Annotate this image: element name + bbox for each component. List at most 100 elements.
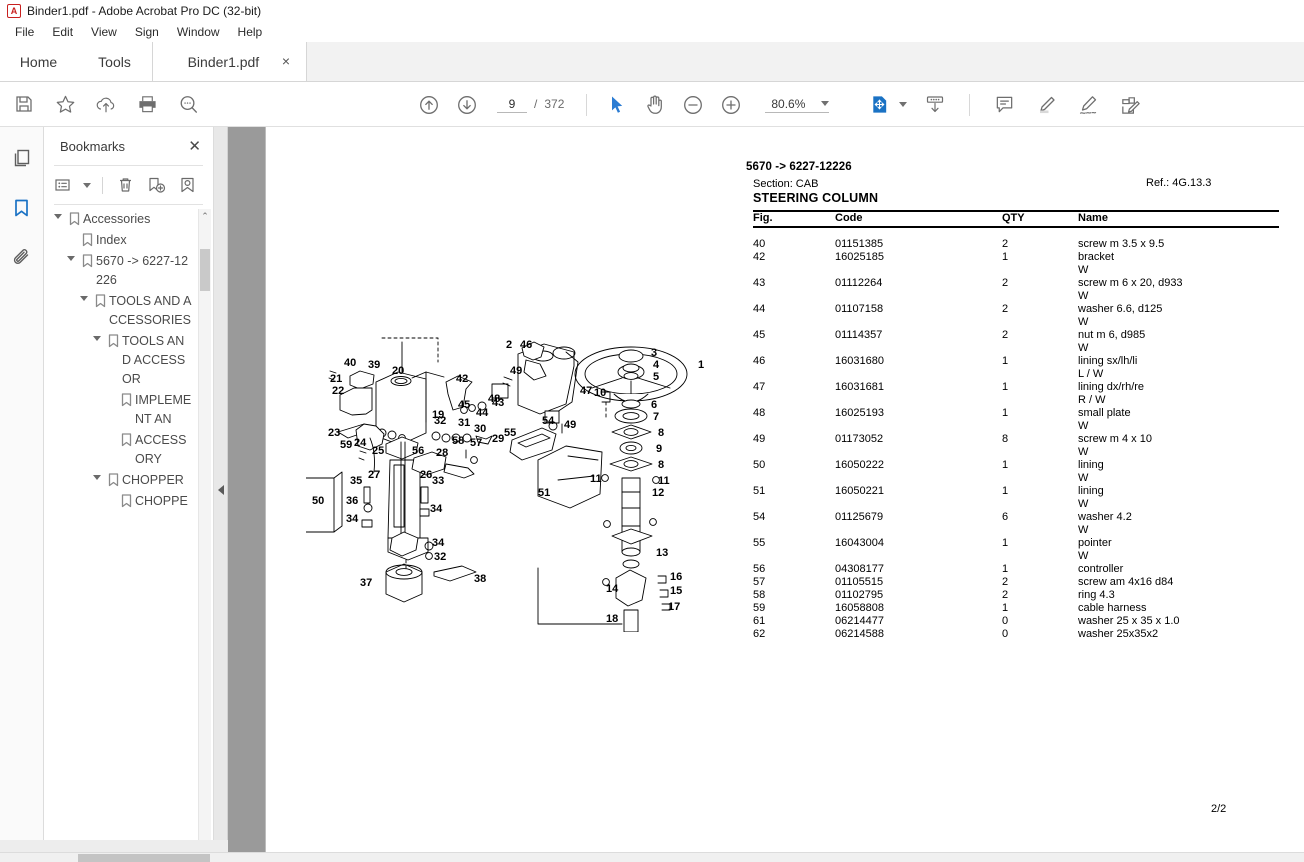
bookmark-options-icon[interactable]	[52, 174, 74, 196]
upload-cloud-icon[interactable]	[92, 90, 120, 118]
svg-text:54: 54	[542, 415, 555, 427]
attachments-icon[interactable]	[7, 243, 37, 273]
expand-collapse-icon[interactable]	[76, 292, 92, 301]
cell-qty: 1	[1002, 407, 1009, 419]
cell-sub: W	[1078, 420, 1089, 432]
bookmark-item[interactable]: Index	[44, 230, 195, 251]
cell-name: screw am 4x16 d84	[1078, 576, 1174, 588]
new-bookmark-icon[interactable]	[145, 174, 167, 196]
bottom-panel-strip	[0, 840, 228, 852]
bookmarks-icon[interactable]	[7, 193, 37, 223]
highlight-pen-icon[interactable]	[1032, 91, 1060, 119]
print-icon[interactable]	[133, 90, 161, 118]
page-number-input[interactable]	[497, 96, 527, 113]
column-header-name: Name	[1078, 212, 1108, 224]
chevron-down-icon[interactable]	[83, 182, 91, 188]
bookmark-item[interactable]: Accessories	[44, 209, 195, 230]
menu-file[interactable]: File	[6, 24, 43, 40]
cell-name: lining	[1078, 485, 1104, 497]
next-page-button[interactable]	[453, 91, 481, 119]
bookmark-item[interactable]: CHOPPE	[44, 491, 195, 512]
hand-icon[interactable]	[641, 91, 669, 119]
star-icon[interactable]	[51, 90, 79, 118]
svg-text:18: 18	[606, 613, 618, 625]
zoom-out-button[interactable]	[679, 91, 707, 119]
expand-collapse-icon[interactable]	[89, 332, 105, 341]
svg-text:56: 56	[412, 445, 424, 457]
table-row: 43 01112264 2 screw m 6 x 20, d933	[753, 277, 1293, 290]
svg-text:45: 45	[458, 399, 470, 411]
bookmark-icon	[105, 332, 122, 348]
cell-fig: 42	[753, 251, 766, 263]
table-row-subtext: W	[753, 420, 1293, 433]
svg-text:31: 31	[458, 417, 470, 429]
horizontal-scrollbar-thumb[interactable]	[78, 854, 210, 862]
bookmark-icon	[79, 252, 96, 268]
page-scroll-icon[interactable]	[921, 91, 949, 119]
svg-text:15: 15	[670, 585, 682, 597]
svg-text:13: 13	[656, 547, 668, 559]
save-icon[interactable]	[10, 90, 38, 118]
scroll-up-icon[interactable]: ⌃	[201, 209, 209, 223]
cursor-arrow-icon[interactable]	[603, 91, 631, 119]
bookmark-item[interactable]: TOOLS AND ACCESSOR	[44, 331, 195, 390]
scrollbar-thumb[interactable]	[200, 249, 210, 291]
bookmark-icon	[118, 492, 135, 508]
menu-help[interactable]: Help	[229, 24, 272, 40]
cell-sub: R / W	[1078, 394, 1106, 406]
expand-collapse-icon[interactable]	[63, 252, 79, 261]
cell-fig: 49	[753, 433, 766, 445]
bookmark-item[interactable]: 5670 -> 6227-12226	[44, 251, 195, 291]
cell-qty: 8	[1002, 433, 1009, 445]
tab-home[interactable]: Home	[0, 42, 77, 81]
close-icon[interactable]: ×	[272, 54, 292, 70]
cell-code: 01125679	[835, 511, 884, 523]
bookmark-item[interactable]: TOOLS AND ACCESSORIES	[44, 291, 195, 331]
tab-tools[interactable]: Tools	[77, 42, 152, 81]
bookmark-label: Accessories	[83, 212, 151, 226]
bookmark-item[interactable]: IMPLEMENT AN	[44, 390, 195, 430]
svg-text:33: 33	[432, 475, 444, 487]
delete-bookmark-icon[interactable]	[114, 174, 136, 196]
svg-text:38: 38	[474, 573, 486, 585]
scrollbar-track[interactable]	[199, 223, 211, 836]
svg-text:34: 34	[430, 503, 443, 515]
expand-collapse-icon[interactable]	[89, 471, 105, 480]
bookmarks-panel: Bookmarks ✕ Accessories Index 5670 -> 62…	[44, 127, 214, 852]
menu-sign[interactable]: Sign	[126, 24, 168, 40]
bookmark-icon	[92, 292, 109, 308]
svg-text:51: 51	[538, 487, 550, 499]
close-icon[interactable]: ✕	[188, 139, 201, 154]
collapse-nav-pane-button[interactable]	[214, 127, 228, 852]
menu-edit[interactable]: Edit	[43, 24, 82, 40]
horizontal-scrollbar[interactable]	[0, 852, 1304, 862]
page-thumbnails-icon[interactable]	[7, 143, 37, 173]
previous-page-button[interactable]	[415, 91, 443, 119]
svg-text:47: 47	[580, 385, 592, 397]
document-viewer[interactable]: 5670 -> 6227-12226 Section: CAB Ref.: 4G…	[228, 127, 1304, 852]
bookmark-item[interactable]: CHOPPER	[44, 470, 195, 491]
cell-sub: W	[1078, 446, 1089, 458]
sign-pen-icon[interactable]	[1074, 91, 1102, 119]
table-row: 54 01125679 6 washer 4.2	[753, 511, 1293, 524]
table-row: 47 16031681 1 lining dx/rh/re	[753, 381, 1293, 394]
comment-icon[interactable]	[990, 91, 1018, 119]
svg-text:2: 2	[506, 339, 512, 351]
fill-and-sign-icon[interactable]	[1116, 91, 1144, 119]
cell-qty: 6	[1002, 511, 1009, 523]
cell-name: screw m 6 x 20, d933	[1078, 277, 1183, 289]
expand-collapse-icon[interactable]	[50, 210, 66, 219]
tab-document[interactable]: Binder1.pdf ×	[152, 42, 307, 81]
edit-bookmark-icon[interactable]	[176, 174, 198, 196]
svg-text:5: 5	[653, 371, 659, 383]
menu-view[interactable]: View	[82, 24, 126, 40]
zoom-level-selector[interactable]: 80.6%	[765, 97, 830, 113]
fit-page-dropdown-icon[interactable]	[899, 102, 907, 107]
cell-fig: 43	[753, 277, 766, 289]
zoom-in-button[interactable]	[717, 91, 745, 119]
zoom-search-icon[interactable]	[174, 90, 202, 118]
bookmarks-scrollbar[interactable]: ⌃ ⌄	[198, 209, 211, 850]
fit-page-icon[interactable]	[865, 91, 893, 119]
bookmark-item[interactable]: ACCESSORY	[44, 430, 195, 470]
menu-window[interactable]: Window	[168, 24, 229, 40]
